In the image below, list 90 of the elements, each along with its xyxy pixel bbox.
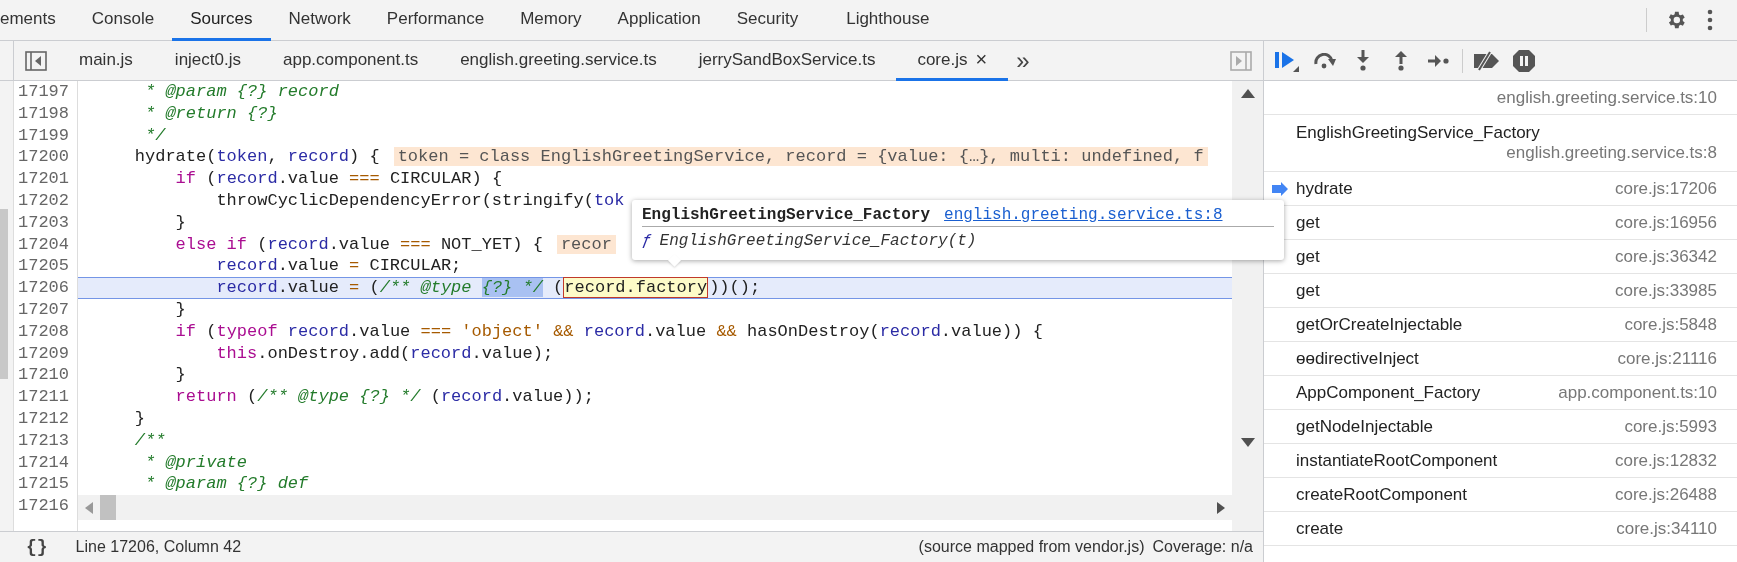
source-map-info: (source mapped from vendor.js) [918, 538, 1145, 556]
line-number: 17211 [17, 386, 69, 408]
call-frame[interactable]: getNodeInjectable core.js:5993 [1264, 410, 1737, 444]
line-number: 17208 [17, 320, 69, 343]
file-tab[interactable]: inject0.js [153, 41, 262, 81]
code-line: * @private [144, 452, 248, 472]
code-line: * @return {?} [144, 103, 278, 123]
line-number: 17203 [17, 211, 69, 234]
code-line: this.onDestroy.add(record.value); [215, 343, 554, 363]
line-number: 17202 [17, 190, 69, 212]
coverage-info: Coverage: n/a [1152, 538, 1253, 556]
line-number: 17209 [17, 342, 69, 365]
code-line: /** [133, 430, 166, 450]
code-line: * @param {?} def [144, 474, 309, 494]
scrollbar-thumb[interactable] [0, 209, 8, 379]
resume-icon[interactable] [1274, 49, 1300, 72]
panel-tab[interactable]: ements [0, 0, 74, 41]
line-number: 17214 [17, 451, 69, 474]
scroll-up-icon[interactable] [1240, 89, 1255, 98]
tooltip-title: EnglishGreetingService_Factory [642, 206, 931, 224]
line-number: 17201 [17, 168, 69, 190]
function-signature: EnglishGreetingService_Factory(t) [659, 232, 977, 250]
code-line: } [133, 408, 145, 428]
call-frame[interactable]: createRootComponent core.js:26488 [1264, 478, 1737, 512]
deactivate-breakpoints-icon[interactable] [1471, 50, 1501, 71]
code-line: throwCyclicDependencyError(stringify(tok [215, 191, 625, 210]
code-line: */ [144, 125, 166, 145]
step-into-icon[interactable] [1356, 49, 1370, 72]
panel-tab[interactable]: Memory [502, 0, 600, 41]
panel-tab[interactable]: Performance [368, 0, 503, 41]
code-line: } [174, 299, 186, 319]
inline-value: token = class EnglishGreetingService, record = {value: {…}, multi: undefined, f [393, 147, 1208, 167]
code-line: * @param {?} record [144, 82, 339, 101]
line-number: 17205 [17, 255, 69, 278]
call-frame[interactable]: instantiateRootComponent core.js:12832 [1264, 444, 1737, 478]
line-number: 17207 [17, 298, 69, 321]
close-icon[interactable]: × [975, 48, 988, 71]
code-line: record.value = CIRCULAR; [215, 256, 462, 276]
step-icon[interactable] [1428, 53, 1450, 68]
function-symbol: ƒ [642, 232, 652, 250]
panel-tab[interactable]: Console [73, 0, 173, 41]
code-line: } [174, 212, 186, 232]
file-tab[interactable]: english.greeting.service.ts [439, 41, 678, 81]
line-number: 17216 [17, 495, 69, 517]
code-line: hydrate(token, record) { [133, 147, 380, 167]
scroll-right-icon[interactable] [1217, 501, 1225, 514]
pretty-print-button[interactable]: {} [26, 537, 48, 557]
cursor-position: Line 17206, Column 42 [75, 538, 242, 556]
line-number: 17199 [17, 124, 69, 147]
call-frame[interactable]: AppComponent_Factory app.component.ts:10 [1264, 376, 1737, 410]
line-number: 17204 [17, 233, 69, 256]
sidebar-toggle-icon[interactable] [25, 50, 47, 71]
file-tab[interactable]: app.component.ts [262, 41, 440, 81]
call-frame[interactable]: getOrCreateInjectable core.js:5848 [1264, 308, 1737, 342]
file-tab[interactable]: jerrySandBoxService.ts [677, 41, 897, 81]
call-frame[interactable]: EnglishGreetingService_Factory english.greeting.service.ts:8 [1264, 115, 1737, 172]
line-number: 17198 [17, 102, 69, 125]
call-frame[interactable]: ɵɵdirectiveInject core.js:21116 [1264, 342, 1737, 376]
line-number: 17200 [17, 146, 69, 169]
code-line: if (typeof record.value === 'object' && record.value && hasOnDestroy(record.value)) { [174, 321, 1043, 341]
debugger-toggle-icon[interactable] [1230, 50, 1252, 71]
code-line: return (/** @type {?} */ (record.value)); [174, 387, 594, 407]
inline-value: recor [556, 234, 616, 254]
line-number: 17197 [17, 81, 69, 103]
more-menu-icon[interactable] [1707, 9, 1713, 31]
panel-tab[interactable]: Application [599, 0, 719, 41]
panel-tab[interactable]: Security [718, 0, 817, 41]
line-number: 17215 [17, 473, 69, 496]
line-number: 17213 [17, 429, 69, 452]
pause-on-exceptions-icon[interactable] [1512, 48, 1536, 73]
step-over-icon[interactable] [1313, 52, 1337, 69]
scroll-down-icon[interactable] [1240, 438, 1255, 447]
more-tabs-button[interactable]: » [1008, 41, 1038, 80]
code-line: record.value = (/** @type {?} */ (record.factory))(); [215, 278, 761, 298]
panel-tab[interactable]: Lighthouse [828, 0, 948, 41]
code-line: else if (record.value === NOT_YET) { [174, 234, 543, 254]
call-frame[interactable]: english.greeting.service.ts:10 [1264, 81, 1737, 115]
code-line: } [174, 365, 186, 385]
file-tab[interactable]: main.js [58, 41, 154, 81]
panel-tab[interactable]: Network [270, 0, 369, 41]
call-frame[interactable]: get core.js:33985 [1264, 274, 1737, 308]
line-number: 17206 [17, 277, 69, 299]
scrollbar-thumb[interactable] [100, 495, 116, 521]
file-tab[interactable]: core.js × [896, 41, 1009, 81]
code-line: if (record.value === CIRCULAR) { [174, 169, 503, 189]
step-out-icon[interactable] [1394, 49, 1408, 72]
call-frame[interactable]: create core.js:34110 [1264, 512, 1737, 546]
line-number: 17212 [17, 407, 69, 430]
source-link[interactable]: english.greeting.service.ts:8 [944, 206, 1223, 224]
line-number: 17210 [17, 364, 69, 387]
